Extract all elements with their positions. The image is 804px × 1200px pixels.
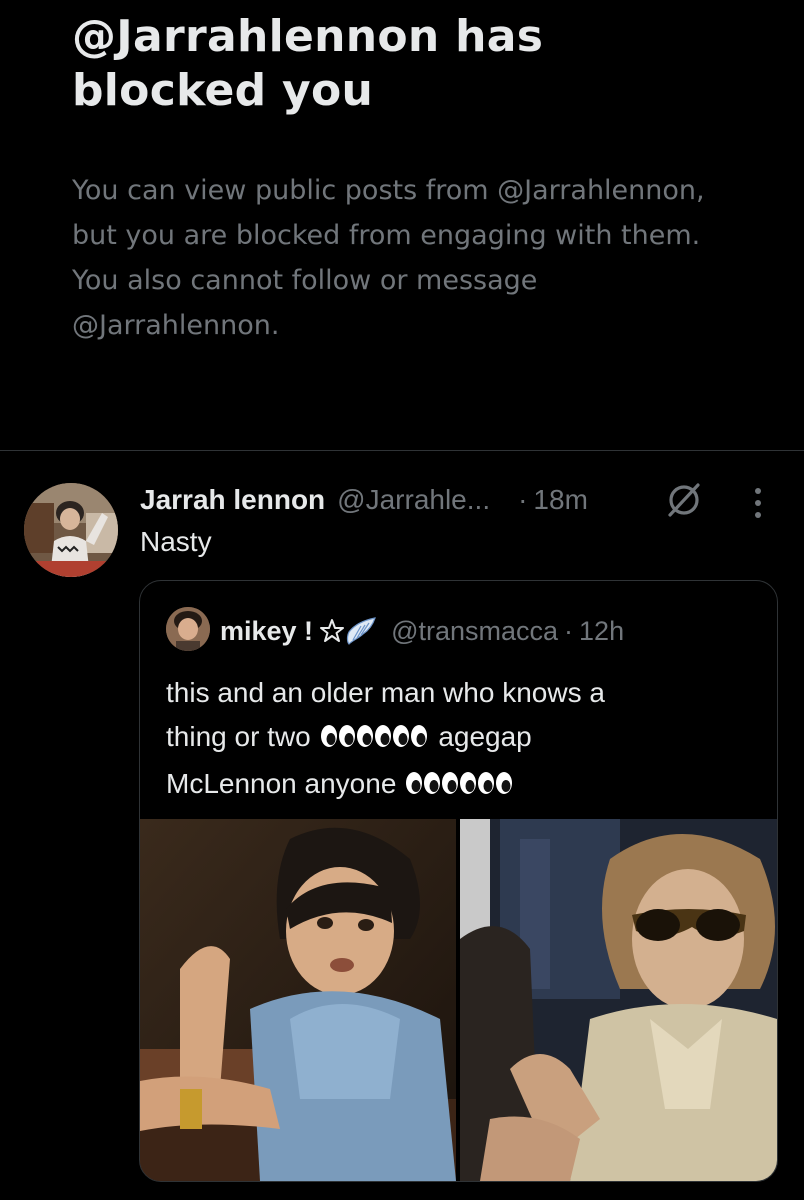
author-handle[interactable]: @Jarrahle... <box>337 484 490 516</box>
quoted-author-handle[interactable]: @transmacca <box>391 616 558 647</box>
quoted-text-line-3: McLennon anyone <box>166 768 397 799</box>
eyes-icon <box>320 725 427 747</box>
badges <box>319 616 377 646</box>
photo-right[interactable] <box>460 819 777 1181</box>
eye-pupil <box>380 733 390 745</box>
quoted-text-line-2a: thing or two <box>166 721 311 752</box>
quoted-avatar[interactable] <box>166 607 210 651</box>
post-time[interactable]: 18m <box>533 484 587 516</box>
quoted-text-line-2b: agegap <box>438 721 532 752</box>
wing-icon <box>346 617 376 645</box>
eye-pupil <box>447 780 457 792</box>
quoted-post[interactable]: mikey ! @transmacca · 12h this and an ol… <box>139 580 778 1182</box>
more-icon[interactable] <box>745 486 771 520</box>
eyes-emoji-run <box>319 718 431 762</box>
quoted-author-name[interactable]: mikey ! <box>220 616 313 647</box>
separator-dot: · <box>564 615 574 646</box>
block-notice: @Jarrahlennon has blocked you You can vi… <box>0 0 804 450</box>
eye-pupil <box>362 733 372 745</box>
photo-left[interactable] <box>140 819 456 1181</box>
eye-pupil <box>501 780 511 792</box>
media-grid <box>140 819 777 1181</box>
eye-pupil <box>429 780 439 792</box>
eye-pupil <box>411 780 421 792</box>
block-title: @Jarrahlennon has blocked you <box>72 11 544 116</box>
quoted-avatar-photo <box>166 607 210 651</box>
eye-pupil <box>416 733 426 745</box>
quoted-post-time[interactable]: 12h <box>579 616 624 647</box>
block-description: You can view public posts from @Jarrahle… <box>72 175 705 341</box>
eye-pupil <box>326 733 336 745</box>
post-header: Jarrah lennon @Jarrahle... · 18m <box>140 480 588 520</box>
avatar-photo <box>24 483 118 577</box>
eyes-icon <box>406 772 513 794</box>
avatar[interactable] <box>24 483 118 577</box>
quoted-header: mikey ! @transmacca · 12h <box>220 611 624 651</box>
divider <box>0 450 804 451</box>
photo-right-image <box>460 819 777 1181</box>
eye-pupil <box>465 780 475 792</box>
star-icon <box>320 619 345 642</box>
eye-pupil <box>483 780 493 792</box>
quoted-post-text: this and an older man who knows a thing … <box>166 671 766 809</box>
quoted-text-line-1: this and an older man who knows a <box>166 677 605 708</box>
eye-pupil <box>344 733 354 745</box>
blocked-icon <box>668 483 700 517</box>
photo-left-image <box>140 819 456 1181</box>
eyes-emoji-run <box>404 765 516 809</box>
post-text: Nasty <box>140 526 212 557</box>
separator-dot: · <box>518 484 528 515</box>
author-name[interactable]: Jarrah lennon <box>140 484 325 516</box>
eye-pupil <box>398 733 408 745</box>
